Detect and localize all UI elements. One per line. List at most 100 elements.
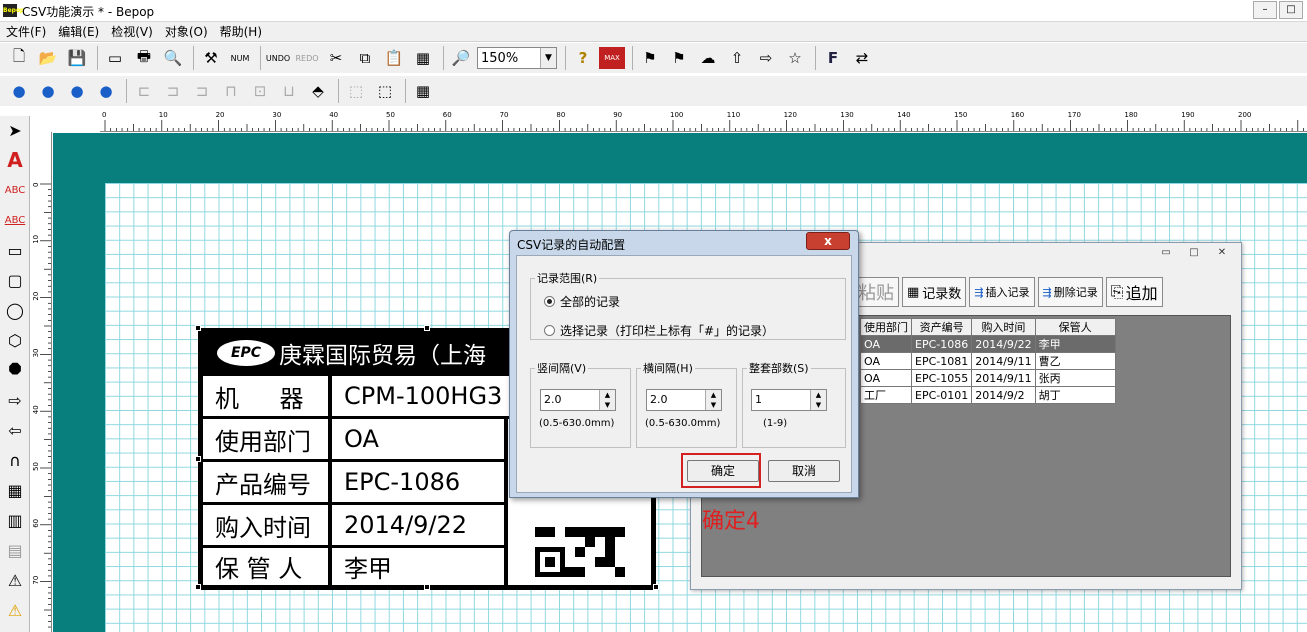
octagon-icon[interactable]: ⯃ [3, 358, 27, 382]
table-cell[interactable]: 2014/9/2 [971, 386, 1036, 404]
paste-icon[interactable]: 📋 [381, 45, 407, 71]
align-left-icon[interactable]: ⊏ [131, 78, 157, 104]
label-setup-icon[interactable]: ▭ [102, 45, 128, 71]
csv-maximize-button[interactable]: □ [1181, 245, 1207, 261]
new-file-icon[interactable]: 🗋 [6, 45, 32, 71]
align-center-icon[interactable]: ⊐ [160, 78, 186, 104]
flip-icon[interactable]: ⬘ [305, 78, 331, 104]
open-folder-icon[interactable]: 📂 [35, 45, 61, 71]
zoom-icon[interactable]: 🔎 [448, 45, 474, 71]
table-cell[interactable]: 2014/9/11 [971, 369, 1036, 387]
numbering-icon[interactable]: NUM [227, 45, 253, 71]
record-count-button[interactable]: ▦ 记录数 [902, 277, 967, 307]
table-cell[interactable]: OA [860, 335, 912, 353]
csv-close-button[interactable]: ✕ [1209, 245, 1235, 261]
rounded-rect-icon[interactable]: ▢ [3, 268, 27, 292]
table-cell[interactable]: EPC-1086 [910, 335, 973, 353]
selection-handle[interactable] [653, 584, 659, 590]
backward-icon[interactable]: ● [93, 78, 119, 104]
maximize-button[interactable]: □ [1279, 1, 1303, 19]
table-cell[interactable]: 李甲 [1034, 335, 1116, 353]
flag-icon-1[interactable]: ⚑ [637, 45, 663, 71]
database-icon[interactable]: ▦ [410, 45, 436, 71]
arc-text-icon[interactable]: ABC [3, 178, 27, 202]
bring-front-icon[interactable]: ● [6, 78, 32, 104]
radio-selected-records[interactable]: 选择记录（打印栏上标有「#」的记录） [544, 322, 774, 339]
table-cell[interactable]: 曹乙 [1034, 352, 1116, 370]
table-row[interactable]: 工厂 EPC-0101 2014/9/2 胡丁 [860, 386, 1116, 404]
group-icon[interactable]: ⬚ [343, 78, 369, 104]
vertical-spacing-input[interactable]: 2.0 ▲ ▼ [540, 389, 616, 411]
warning-yellow-icon[interactable]: ⚠ [3, 598, 27, 622]
spinner-icon[interactable]: ▲ ▼ [705, 390, 721, 410]
arrow-right-shape-icon[interactable]: ⇨ [3, 388, 27, 412]
grid-icon[interactable]: ▦ [410, 78, 436, 104]
selection-handle[interactable] [195, 325, 201, 331]
csv-minimize-button[interactable]: ▭ [1153, 245, 1179, 261]
arrow-right-icon[interactable]: ⇨ [753, 45, 779, 71]
append-record-button[interactable]: ⎘ 追加 [1105, 277, 1163, 307]
arch-icon[interactable]: ∩ [3, 448, 27, 472]
insert-record-button[interactable]: ⇶ 插入记录 [969, 277, 1035, 307]
frame-text-icon[interactable]: ABC [3, 208, 27, 232]
minimize-button[interactable]: – [1253, 1, 1277, 19]
table-cell[interactable]: 2014/9/22 [971, 335, 1036, 353]
paste-record-button[interactable]: 粘贴 [853, 277, 899, 307]
ungroup-icon[interactable]: ⬚ [372, 78, 398, 104]
csv-table[interactable]: 使用部门 资产编号 购入时间 保管人 OA EPC-1086 2014/9/22… [860, 318, 1116, 404]
undo-icon[interactable]: UNDO [265, 45, 291, 71]
help-icon[interactable]: ? [570, 45, 596, 71]
align-bottom-icon[interactable]: ⊔ [276, 78, 302, 104]
selection-handle[interactable] [424, 325, 430, 331]
copy-icon[interactable]: ⧉ [352, 45, 378, 71]
table-row[interactable]: OA EPC-1081 2014/9/11 曹乙 [860, 352, 1116, 370]
zoom-select[interactable]: 150% ▼ [477, 47, 557, 69]
pointer-icon[interactable]: ➤ [3, 118, 27, 142]
print-icon[interactable]: 🖶 [131, 45, 157, 71]
table-row[interactable]: OA EPC-1086 2014/9/22 李甲 [860, 335, 1116, 353]
align-top-icon[interactable]: ⊓ [218, 78, 244, 104]
table-cell[interactable]: 胡丁 [1034, 386, 1116, 404]
table-icon[interactable]: ▦ [3, 478, 27, 502]
send-back-icon[interactable]: ● [35, 78, 61, 104]
table-row[interactable]: OA EPC-1055 2014/9/11 张丙 [860, 369, 1116, 387]
menu-edit[interactable]: 编辑(E) [52, 23, 105, 40]
selection-handle[interactable] [195, 456, 201, 462]
table-cell[interactable]: EPC-0101 [910, 386, 973, 404]
warning-icon[interactable]: ⚠ [3, 568, 27, 592]
menu-view[interactable]: 检视(V) [105, 23, 159, 40]
table-cell[interactable]: OA [860, 352, 912, 370]
copies-input[interactable]: 1 ▲ ▼ [751, 389, 827, 411]
image-icon[interactable]: ▤ [3, 538, 27, 562]
spinner-icon[interactable]: ▲ ▼ [810, 390, 826, 410]
font-icon[interactable]: F [820, 45, 846, 71]
rectangle-icon[interactable]: ▭ [3, 238, 27, 262]
table-cell[interactable]: 张丙 [1034, 369, 1116, 387]
menu-help[interactable]: 帮助(H) [214, 23, 268, 40]
spinner-icon[interactable]: ▲ ▼ [599, 390, 615, 410]
cut-icon[interactable]: ✂ [323, 45, 349, 71]
table-cell[interactable]: EPC-1055 [910, 369, 973, 387]
align-right-icon[interactable]: ⊐ [189, 78, 215, 104]
column-header[interactable]: 购入时间 [971, 318, 1036, 336]
close-icon[interactable]: x [806, 232, 850, 250]
menu-file[interactable]: 文件(F) [0, 23, 52, 40]
align-middle-icon[interactable]: ⊡ [247, 78, 273, 104]
max-icon[interactable]: MAX [599, 47, 625, 69]
print-preview-icon[interactable]: 🔍 [160, 45, 186, 71]
star-icon[interactable]: ☆ [782, 45, 808, 71]
redo-icon[interactable]: REDO [294, 45, 320, 71]
menu-object[interactable]: 对象(O) [159, 23, 214, 40]
save-icon[interactable]: 💾 [64, 45, 90, 71]
flag-icon-2[interactable]: ⚑ [666, 45, 692, 71]
arrow-left-shape-icon[interactable]: ⇦ [3, 418, 27, 442]
selection-handle[interactable] [195, 584, 201, 590]
barcode-icon[interactable]: ▥ [3, 508, 27, 532]
transfer-icon[interactable]: ⇄ [849, 45, 875, 71]
cloud-icon[interactable]: ☁ [695, 45, 721, 71]
column-header[interactable]: 保管人 [1034, 318, 1116, 336]
table-cell[interactable]: EPC-1081 [910, 352, 973, 370]
cancel-button[interactable]: 取消 [768, 460, 840, 482]
arrow-up-icon[interactable]: ⇧ [724, 45, 750, 71]
forward-icon[interactable]: ● [64, 78, 90, 104]
